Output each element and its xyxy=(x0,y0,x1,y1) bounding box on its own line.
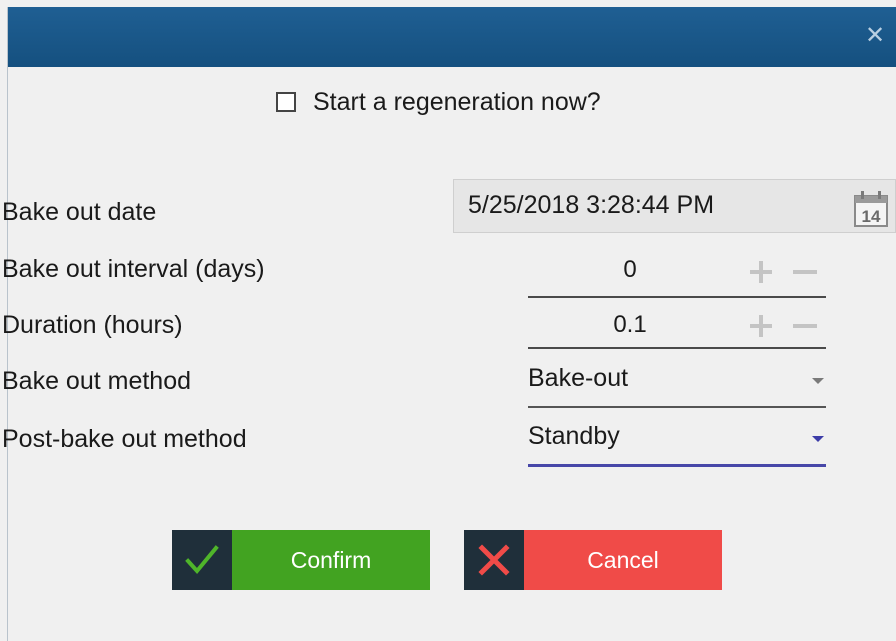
duration-label: Duration (hours) xyxy=(2,311,183,339)
x-icon-box xyxy=(464,530,524,590)
calendar-icon[interactable]: 14 xyxy=(853,190,889,228)
x-icon xyxy=(478,544,510,576)
bake-out-date-field[interactable]: 5/25/2018 3:28:44 PM xyxy=(453,179,896,233)
bake-out-interval-value[interactable]: 0 xyxy=(588,256,672,284)
post-bake-out-method-select[interactable]: Standby xyxy=(528,418,826,467)
chevron-down-icon[interactable] xyxy=(812,378,824,384)
duration-stepper[interactable]: 0.1 xyxy=(528,303,826,349)
bake-out-date-value: 5/25/2018 3:28:44 PM xyxy=(468,191,715,219)
regeneration-option[interactable]: Start a regeneration now? xyxy=(276,84,601,120)
bake-out-method-label: Bake out method xyxy=(2,367,192,395)
regeneration-label: Start a regeneration now? xyxy=(313,87,601,116)
minus-icon[interactable] xyxy=(792,313,818,339)
checkmark-icon-box xyxy=(172,530,232,590)
cancel-label: Cancel xyxy=(524,530,722,590)
bake-out-interval-stepper[interactable]: 0 xyxy=(528,252,826,298)
checkmark-icon xyxy=(185,545,219,575)
duration-value[interactable]: 0.1 xyxy=(588,311,672,339)
bake-out-method-select[interactable]: Bake-out xyxy=(528,360,826,408)
bake-out-date-label: Bake out date xyxy=(2,198,157,226)
post-bake-out-method-label: Post-bake out method xyxy=(2,425,247,453)
post-bake-out-method-value: Standby xyxy=(528,422,620,450)
plus-icon[interactable] xyxy=(748,259,774,285)
confirm-button[interactable]: Confirm xyxy=(172,530,430,590)
minus-icon[interactable] xyxy=(792,259,818,285)
plus-icon[interactable] xyxy=(748,313,774,339)
close-icon[interactable]: ✕ xyxy=(861,21,889,49)
chevron-down-icon[interactable] xyxy=(812,436,824,442)
bake-out-method-value: Bake-out xyxy=(528,364,629,392)
confirm-label: Confirm xyxy=(232,530,430,590)
cancel-button[interactable]: Cancel xyxy=(464,530,722,590)
title-bar: ✕ xyxy=(8,7,896,67)
bake-out-interval-label: Bake out interval (days) xyxy=(2,255,265,283)
calendar-day: 14 xyxy=(862,207,881,226)
regeneration-checkbox[interactable] xyxy=(276,92,296,112)
